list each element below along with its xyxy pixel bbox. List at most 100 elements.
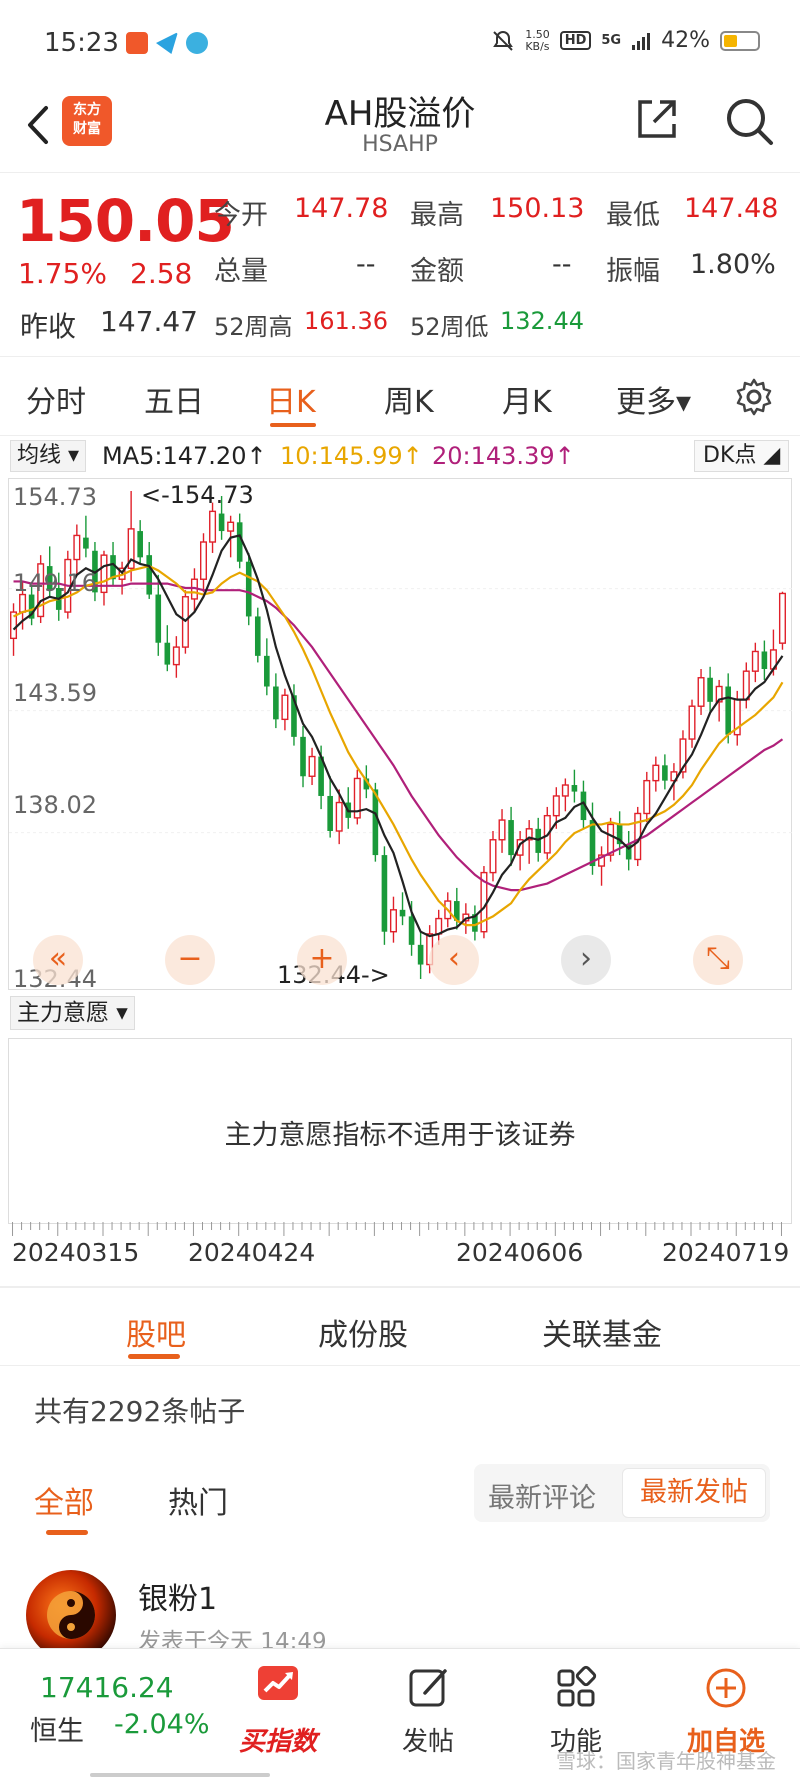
candle-up bbox=[778, 592, 786, 644]
index-name[interactable]: 恒生 bbox=[30, 1709, 84, 1748]
scroll-right-button[interactable]: › bbox=[561, 935, 611, 985]
watermark: 雪球：国家青年股神基金 bbox=[556, 1749, 776, 1773]
candle-down bbox=[408, 916, 415, 945]
telegram-icon bbox=[156, 32, 178, 54]
tab-daily-k[interactable]: 日K bbox=[266, 377, 316, 421]
date-label: 20240719 bbox=[662, 1238, 790, 1267]
candle-up bbox=[498, 819, 506, 841]
y-axis-label: 143.59 bbox=[13, 679, 97, 707]
ma20-value: 20:143.39↑ bbox=[432, 442, 575, 470]
candle-down bbox=[571, 785, 578, 792]
grid-icon bbox=[557, 1665, 597, 1707]
nav-bar: 东方 财富 AH股溢价 HSAHP bbox=[0, 80, 800, 170]
time-axis-ticks bbox=[12, 1222, 782, 1236]
weather-icon bbox=[186, 32, 208, 54]
avatar[interactable] bbox=[26, 1570, 116, 1660]
add-watchlist-button[interactable]: 加自选 bbox=[676, 1657, 776, 1758]
tab-weekly-k[interactable]: 周K bbox=[384, 377, 434, 421]
battery-fill bbox=[724, 34, 738, 47]
w52-high-label: 52周高 bbox=[214, 313, 293, 341]
candle-down bbox=[327, 795, 333, 832]
low-label: 最低 bbox=[606, 200, 660, 231]
date-label: 20240606 bbox=[456, 1238, 584, 1267]
net-speed: 1.50 KB/s bbox=[525, 27, 550, 53]
active-filter-indicator bbox=[46, 1530, 88, 1535]
battery-text: 42% bbox=[661, 28, 710, 53]
net-speed-unit: KB/s bbox=[525, 39, 550, 53]
candle-up bbox=[172, 646, 180, 666]
list-item[interactable]: 银粉1 发表于今天 14:49 bbox=[0, 1560, 800, 1660]
amplitude-label: 振幅 bbox=[606, 256, 660, 287]
candle-up bbox=[199, 541, 208, 580]
amount-value: -- bbox=[552, 249, 572, 280]
candle-up bbox=[489, 839, 497, 874]
candle-down bbox=[508, 820, 514, 856]
indicator-message: 主力意愿指标不适用于该证券 bbox=[224, 1120, 576, 1151]
filter-all[interactable]: 全部 bbox=[34, 1478, 94, 1522]
chart-up-icon bbox=[258, 1666, 298, 1700]
dk-points-button[interactable]: DK点 ◢ bbox=[694, 440, 790, 472]
signal-icon bbox=[632, 32, 651, 50]
tab-related-funds[interactable]: 关联基金 bbox=[542, 1310, 662, 1354]
kline-chart[interactable]: 154.73 149.16 143.59 138.02 132.44 <-154… bbox=[8, 478, 793, 993]
zoom-in-button[interactable]: + bbox=[297, 935, 347, 985]
candle-down bbox=[146, 555, 153, 595]
candle-down bbox=[662, 765, 668, 781]
open-label: 今开 bbox=[214, 200, 268, 231]
battery-icon bbox=[720, 30, 760, 51]
zoom-out-button[interactable]: − bbox=[165, 935, 215, 985]
scroll-left-fast-button[interactable]: « bbox=[33, 935, 83, 985]
candle-down bbox=[155, 594, 162, 643]
candle-down bbox=[399, 909, 406, 917]
tab-five-day[interactable]: 五日 bbox=[144, 377, 204, 421]
tab-more[interactable]: 更多▾ bbox=[616, 377, 691, 421]
candle-down bbox=[381, 855, 388, 932]
scroll-left-button[interactable]: ‹ bbox=[429, 935, 479, 985]
hd-badge: HD bbox=[559, 31, 592, 50]
candle-down bbox=[245, 561, 252, 617]
tab-constituents[interactable]: 成份股 bbox=[318, 1310, 408, 1354]
signal-label: 5G bbox=[601, 33, 622, 48]
change-percent: 1.75% bbox=[18, 257, 107, 290]
ma-selector[interactable]: 均线 ▾ bbox=[10, 440, 87, 472]
candle-down bbox=[218, 513, 225, 532]
candle-up bbox=[435, 917, 443, 935]
home-indicator[interactable] bbox=[90, 1773, 270, 1777]
indicator-panel: 主力意愿指标不适用于该证券 bbox=[8, 1038, 792, 1224]
candle-up bbox=[742, 670, 750, 701]
kline-svg bbox=[9, 491, 793, 979]
share-icon[interactable] bbox=[632, 94, 682, 144]
indicator-selector[interactable]: 主力意愿 ▾ bbox=[10, 996, 135, 1030]
index-change[interactable]: -2.04% bbox=[114, 1709, 210, 1740]
gear-icon[interactable] bbox=[734, 377, 774, 417]
buy-index-button[interactable]: 买指数 bbox=[228, 1657, 328, 1758]
candle-up bbox=[281, 694, 289, 721]
post-count: 共有2292条帖子 bbox=[34, 1395, 246, 1428]
sort-latest-comment[interactable]: 最新评论 bbox=[488, 1476, 596, 1515]
post-button[interactable]: 发帖 bbox=[378, 1657, 478, 1758]
candle-up bbox=[652, 764, 660, 782]
sort-latest-post[interactable]: 最新发帖 bbox=[622, 1468, 766, 1518]
ma10-value: 10:145.99↑ bbox=[280, 442, 423, 470]
tab-monthly-k[interactable]: 月K bbox=[502, 377, 552, 421]
index-value[interactable]: 17416.24 bbox=[40, 1671, 174, 1704]
net-speed-value: 1.50 bbox=[525, 27, 550, 41]
amplitude-value: 1.80% bbox=[690, 249, 776, 280]
notification-app-icon bbox=[126, 32, 148, 54]
volume-label: 总量 bbox=[214, 256, 268, 287]
search-icon[interactable] bbox=[722, 94, 776, 148]
date-label: 20240424 bbox=[188, 1238, 316, 1267]
candle-down bbox=[707, 677, 713, 702]
ma5-line bbox=[12, 534, 784, 938]
tab-intraday[interactable]: 分时 bbox=[26, 377, 86, 421]
functions-button[interactable]: 功能 bbox=[526, 1657, 626, 1758]
fullscreen-button[interactable]: ⤡ bbox=[693, 935, 743, 985]
candle-down bbox=[725, 686, 732, 735]
ma20-line bbox=[13, 580, 784, 892]
filter-hot[interactable]: 热门 bbox=[168, 1478, 228, 1522]
tab-guba[interactable]: 股吧 bbox=[126, 1310, 186, 1354]
post-username[interactable]: 银粉1 bbox=[138, 1574, 217, 1618]
post-filter-row: 全部 热门 最新评论 最新发帖 bbox=[0, 1460, 800, 1540]
y-axis-label: 149.16 bbox=[13, 569, 97, 597]
candle-up bbox=[209, 510, 217, 543]
